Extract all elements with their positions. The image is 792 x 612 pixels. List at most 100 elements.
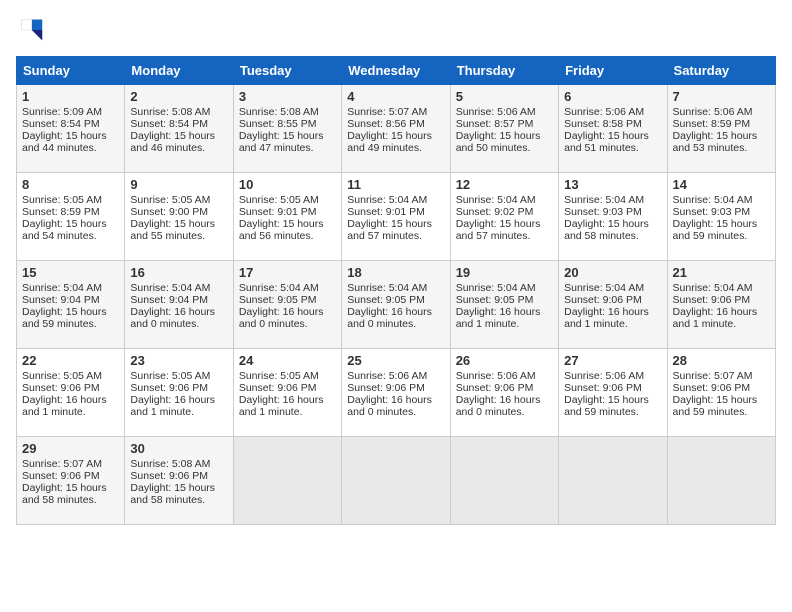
day-number: 24	[239, 353, 336, 368]
day-number: 5	[456, 89, 553, 104]
day-number: 22	[22, 353, 119, 368]
cell-info-line: Sunrise: 5:04 AM	[22, 282, 119, 294]
cell-info-line: Sunset: 9:04 PM	[22, 294, 119, 306]
cell-info-line: and 59 minutes.	[673, 406, 770, 418]
cell-info-line: Sunrise: 5:05 AM	[239, 194, 336, 206]
cell-info-line: Sunset: 8:57 PM	[456, 118, 553, 130]
cell-info-line: Sunrise: 5:07 AM	[673, 370, 770, 382]
cell-info-line: and 49 minutes.	[347, 142, 444, 154]
cell-info-line: and 46 minutes.	[130, 142, 227, 154]
cell-info-line: Daylight: 15 hours	[130, 130, 227, 142]
cell-info-line: Daylight: 16 hours	[564, 306, 661, 318]
cell-info-line: Sunset: 9:06 PM	[130, 470, 227, 482]
day-number: 20	[564, 265, 661, 280]
cell-info-line: Daylight: 15 hours	[239, 130, 336, 142]
day-number: 7	[673, 89, 770, 104]
day-number: 13	[564, 177, 661, 192]
cell-info-line: and 55 minutes.	[130, 230, 227, 242]
cell-info-line: and 54 minutes.	[22, 230, 119, 242]
cell-info-line: Sunrise: 5:06 AM	[456, 106, 553, 118]
day-number: 4	[347, 89, 444, 104]
cell-info-line: Daylight: 15 hours	[564, 394, 661, 406]
cell-info-line: Daylight: 16 hours	[347, 306, 444, 318]
cell-info-line: Sunrise: 5:05 AM	[22, 370, 119, 382]
calendar-cell: 27Sunrise: 5:06 AMSunset: 9:06 PMDayligh…	[559, 349, 667, 437]
cell-info-line: Daylight: 15 hours	[564, 130, 661, 142]
cell-info-line: Sunset: 9:06 PM	[22, 470, 119, 482]
day-number: 1	[22, 89, 119, 104]
cell-info-line: Sunset: 8:55 PM	[239, 118, 336, 130]
cell-info-line: and 57 minutes.	[456, 230, 553, 242]
cell-info-line: Sunset: 9:06 PM	[239, 382, 336, 394]
calendar-cell: 9Sunrise: 5:05 AMSunset: 9:00 PMDaylight…	[125, 173, 233, 261]
calendar-cell: 14Sunrise: 5:04 AMSunset: 9:03 PMDayligh…	[667, 173, 775, 261]
cell-info-line: and 47 minutes.	[239, 142, 336, 154]
cell-info-line: Daylight: 16 hours	[673, 306, 770, 318]
cell-info-line: Sunrise: 5:05 AM	[130, 370, 227, 382]
cell-info-line: Sunrise: 5:08 AM	[239, 106, 336, 118]
calendar-cell: 12Sunrise: 5:04 AMSunset: 9:02 PMDayligh…	[450, 173, 558, 261]
cell-info-line: Sunset: 9:04 PM	[130, 294, 227, 306]
week-row-5: 29Sunrise: 5:07 AMSunset: 9:06 PMDayligh…	[17, 437, 776, 525]
cell-info-line: Daylight: 15 hours	[673, 130, 770, 142]
cell-info-line: and 0 minutes.	[347, 318, 444, 330]
cell-info-line: and 1 minute.	[673, 318, 770, 330]
logo	[16, 16, 48, 44]
cell-info-line: Sunset: 9:05 PM	[347, 294, 444, 306]
week-row-3: 15Sunrise: 5:04 AMSunset: 9:04 PMDayligh…	[17, 261, 776, 349]
cell-info-line: Sunrise: 5:04 AM	[347, 282, 444, 294]
calendar-cell: 4Sunrise: 5:07 AMSunset: 8:56 PMDaylight…	[342, 85, 450, 173]
cell-info-line: Sunset: 9:06 PM	[456, 382, 553, 394]
cell-info-line: Daylight: 16 hours	[130, 306, 227, 318]
day-number: 25	[347, 353, 444, 368]
cell-info-line: Daylight: 15 hours	[22, 482, 119, 494]
day-number: 29	[22, 441, 119, 456]
cell-info-line: Sunset: 9:00 PM	[130, 206, 227, 218]
cell-info-line: and 57 minutes.	[347, 230, 444, 242]
cell-info-line: Sunrise: 5:06 AM	[456, 370, 553, 382]
cell-info-line: Sunset: 8:56 PM	[347, 118, 444, 130]
calendar-cell: 6Sunrise: 5:06 AMSunset: 8:58 PMDaylight…	[559, 85, 667, 173]
calendar-cell: 1Sunrise: 5:09 AMSunset: 8:54 PMDaylight…	[17, 85, 125, 173]
calendar-cell: 21Sunrise: 5:04 AMSunset: 9:06 PMDayligh…	[667, 261, 775, 349]
cell-info-line: Daylight: 16 hours	[239, 306, 336, 318]
calendar-header: SundayMondayTuesdayWednesdayThursdayFrid…	[17, 57, 776, 85]
calendar-cell: 22 Sunrise: 5:05 AMSunset: 9:06 PMDayligh…	[17, 349, 125, 437]
day-number: 8	[22, 177, 119, 192]
cell-info-line: Sunrise: 5:06 AM	[564, 106, 661, 118]
cell-info-line: Sunrise: 5:04 AM	[239, 282, 336, 294]
cell-info-line: Sunrise: 5:07 AM	[347, 106, 444, 118]
calendar-cell: 28Sunrise: 5:07 AMSunset: 9:06 PMDayligh…	[667, 349, 775, 437]
weekday-header-thursday: Thursday	[450, 57, 558, 85]
calendar-cell: 3Sunrise: 5:08 AMSunset: 8:55 PMDaylight…	[233, 85, 341, 173]
calendar-cell: 30Sunrise: 5:08 AMSunset: 9:06 PMDayligh…	[125, 437, 233, 525]
cell-info-line: Sunset: 9:06 PM	[22, 382, 119, 394]
page-header	[16, 16, 776, 44]
cell-info-line: Daylight: 16 hours	[22, 394, 119, 406]
cell-info-line: Sunset: 8:54 PM	[22, 118, 119, 130]
cell-info-line: and 53 minutes.	[673, 142, 770, 154]
cell-info-line: Sunrise: 5:04 AM	[564, 194, 661, 206]
day-number: 23	[130, 353, 227, 368]
cell-info-line: and 50 minutes.	[456, 142, 553, 154]
calendar-cell: 13Sunrise: 5:04 AMSunset: 9:03 PMDayligh…	[559, 173, 667, 261]
calendar-cell: 25Sunrise: 5:06 AMSunset: 9:06 PMDayligh…	[342, 349, 450, 437]
cell-info-line: Daylight: 16 hours	[456, 306, 553, 318]
cell-info-line: Sunrise: 5:04 AM	[673, 194, 770, 206]
day-number: 28	[673, 353, 770, 368]
cell-info-line: and 0 minutes.	[239, 318, 336, 330]
cell-info-line: Sunset: 8:54 PM	[130, 118, 227, 130]
calendar-cell: 20Sunrise: 5:04 AMSunset: 9:06 PMDayligh…	[559, 261, 667, 349]
weekday-header-monday: Monday	[125, 57, 233, 85]
cell-info-line: and 58 minutes.	[564, 230, 661, 242]
cell-info-line: Sunrise: 5:05 AM	[239, 370, 336, 382]
cell-info-line: Sunset: 9:05 PM	[239, 294, 336, 306]
cell-info-line: Sunset: 9:03 PM	[673, 206, 770, 218]
cell-info-line: and 51 minutes.	[564, 142, 661, 154]
weekday-header-tuesday: Tuesday	[233, 57, 341, 85]
cell-info-line: Sunrise: 5:06 AM	[673, 106, 770, 118]
cell-info-line: Sunrise: 5:04 AM	[130, 282, 227, 294]
cell-info-line: Sunset: 8:58 PM	[564, 118, 661, 130]
cell-info-line: Sunset: 9:01 PM	[347, 206, 444, 218]
cell-info-line: Daylight: 16 hours	[130, 394, 227, 406]
